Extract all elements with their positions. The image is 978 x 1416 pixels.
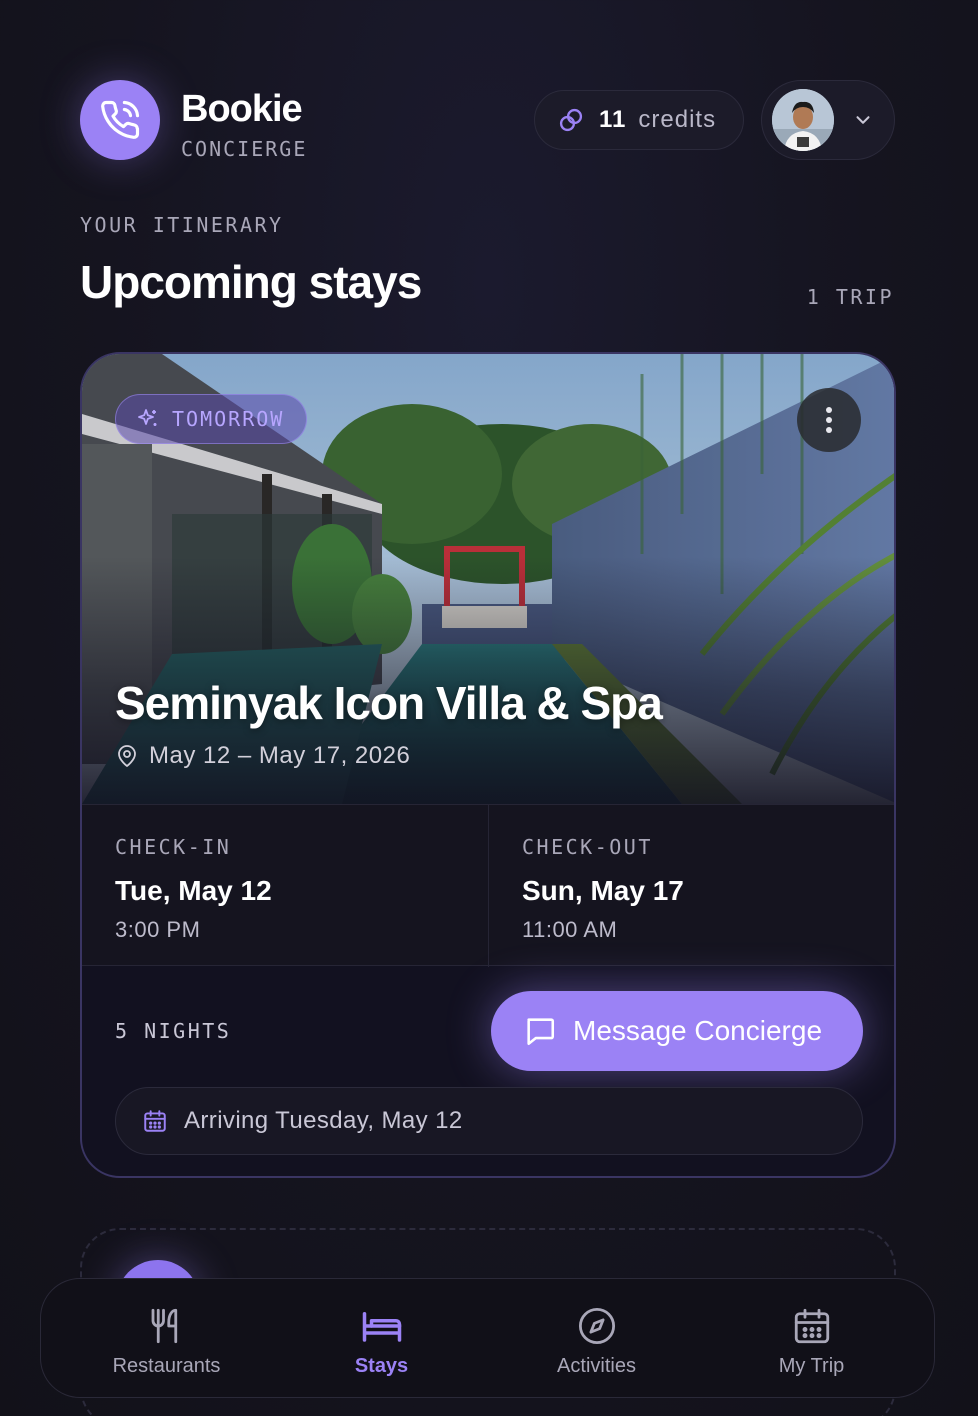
message-concierge-label: Message Concierge bbox=[573, 1015, 823, 1046]
badge-label: TOMORROW bbox=[172, 407, 285, 431]
map-pin-icon bbox=[118, 745, 136, 767]
check-out-date: Sun, May 17 bbox=[522, 875, 684, 906]
avatar bbox=[772, 89, 834, 151]
profile-menu-button[interactable] bbox=[761, 80, 895, 160]
bottom-navigation: Restaurants Stays Activities My Trip bbox=[40, 1278, 935, 1398]
fork-knife-icon bbox=[151, 1308, 177, 1344]
brand-name: Bookie bbox=[181, 88, 303, 130]
phone-icon bbox=[101, 100, 140, 139]
nav-item-restaurants[interactable]: Restaurants bbox=[59, 1279, 274, 1399]
stay-card[interactable]: TOMORROW Seminyak Icon Villa & Spa May 1… bbox=[80, 352, 896, 1178]
brand-subtitle: CONCIERGE bbox=[181, 137, 308, 161]
check-out-column: CHECK-OUT Sun, May 17 11:00 AM bbox=[488, 805, 894, 967]
check-in-time: 3:00 PM bbox=[115, 917, 201, 942]
stay-dates-row: May 12 – May 17, 2026 bbox=[115, 742, 410, 770]
nav-label-restaurants: Restaurants bbox=[112, 1355, 221, 1377]
section-eyebrow: YOUR ITINERARY bbox=[80, 213, 284, 237]
more-vertical-icon bbox=[826, 407, 832, 433]
nav-label-stays: Stays bbox=[354, 1355, 409, 1377]
chevron-down-icon bbox=[856, 116, 870, 124]
check-times: CHECK-IN Tue, May 12 3:00 PM CHECK-OUT S… bbox=[82, 804, 894, 967]
check-out-label: CHECK-OUT bbox=[522, 835, 653, 859]
nav-label-my-trip: My Trip bbox=[778, 1355, 845, 1377]
check-in-label: CHECK-IN bbox=[115, 835, 232, 859]
trip-count: 1 TRIP bbox=[806, 285, 894, 309]
link-icon bbox=[559, 108, 583, 132]
page-title: Upcoming stays bbox=[80, 256, 422, 308]
nav-item-activities[interactable]: Activities bbox=[489, 1279, 704, 1399]
arrival-notice: Arriving Tuesday, May 12 bbox=[115, 1087, 863, 1155]
credits-button[interactable]: 11 credits bbox=[534, 90, 744, 150]
message-icon bbox=[527, 1018, 555, 1046]
status-badge: TOMORROW bbox=[115, 394, 308, 444]
brand-logo bbox=[80, 80, 160, 160]
check-out-time: 11:00 AM bbox=[522, 917, 618, 942]
stay-name: Seminyak Icon Villa & Spa bbox=[115, 677, 663, 729]
stay-dates: May 12 – May 17, 2026 bbox=[149, 742, 411, 769]
calendar-icon bbox=[794, 1308, 829, 1344]
nights-count: 5 NIGHTS bbox=[115, 1019, 232, 1043]
compass-icon bbox=[578, 1307, 615, 1345]
check-in-column: CHECK-IN Tue, May 12 3:00 PM bbox=[82, 805, 488, 967]
nav-label-activities: Activities bbox=[557, 1355, 636, 1377]
arrival-text: Arriving Tuesday, May 12 bbox=[184, 1107, 463, 1134]
nav-item-stays[interactable]: Stays bbox=[274, 1279, 489, 1399]
sparkle-icon bbox=[138, 409, 157, 426]
credits-count: 11 bbox=[599, 106, 627, 133]
message-concierge-button[interactable]: Message Concierge bbox=[491, 991, 863, 1071]
more-options-button[interactable] bbox=[797, 388, 861, 452]
nav-item-my-trip[interactable]: My Trip bbox=[704, 1279, 919, 1399]
bed-icon bbox=[362, 1312, 401, 1342]
credits-label: credits bbox=[638, 106, 717, 133]
calendar-icon bbox=[144, 1110, 166, 1132]
check-in-date: Tue, May 12 bbox=[115, 875, 272, 906]
